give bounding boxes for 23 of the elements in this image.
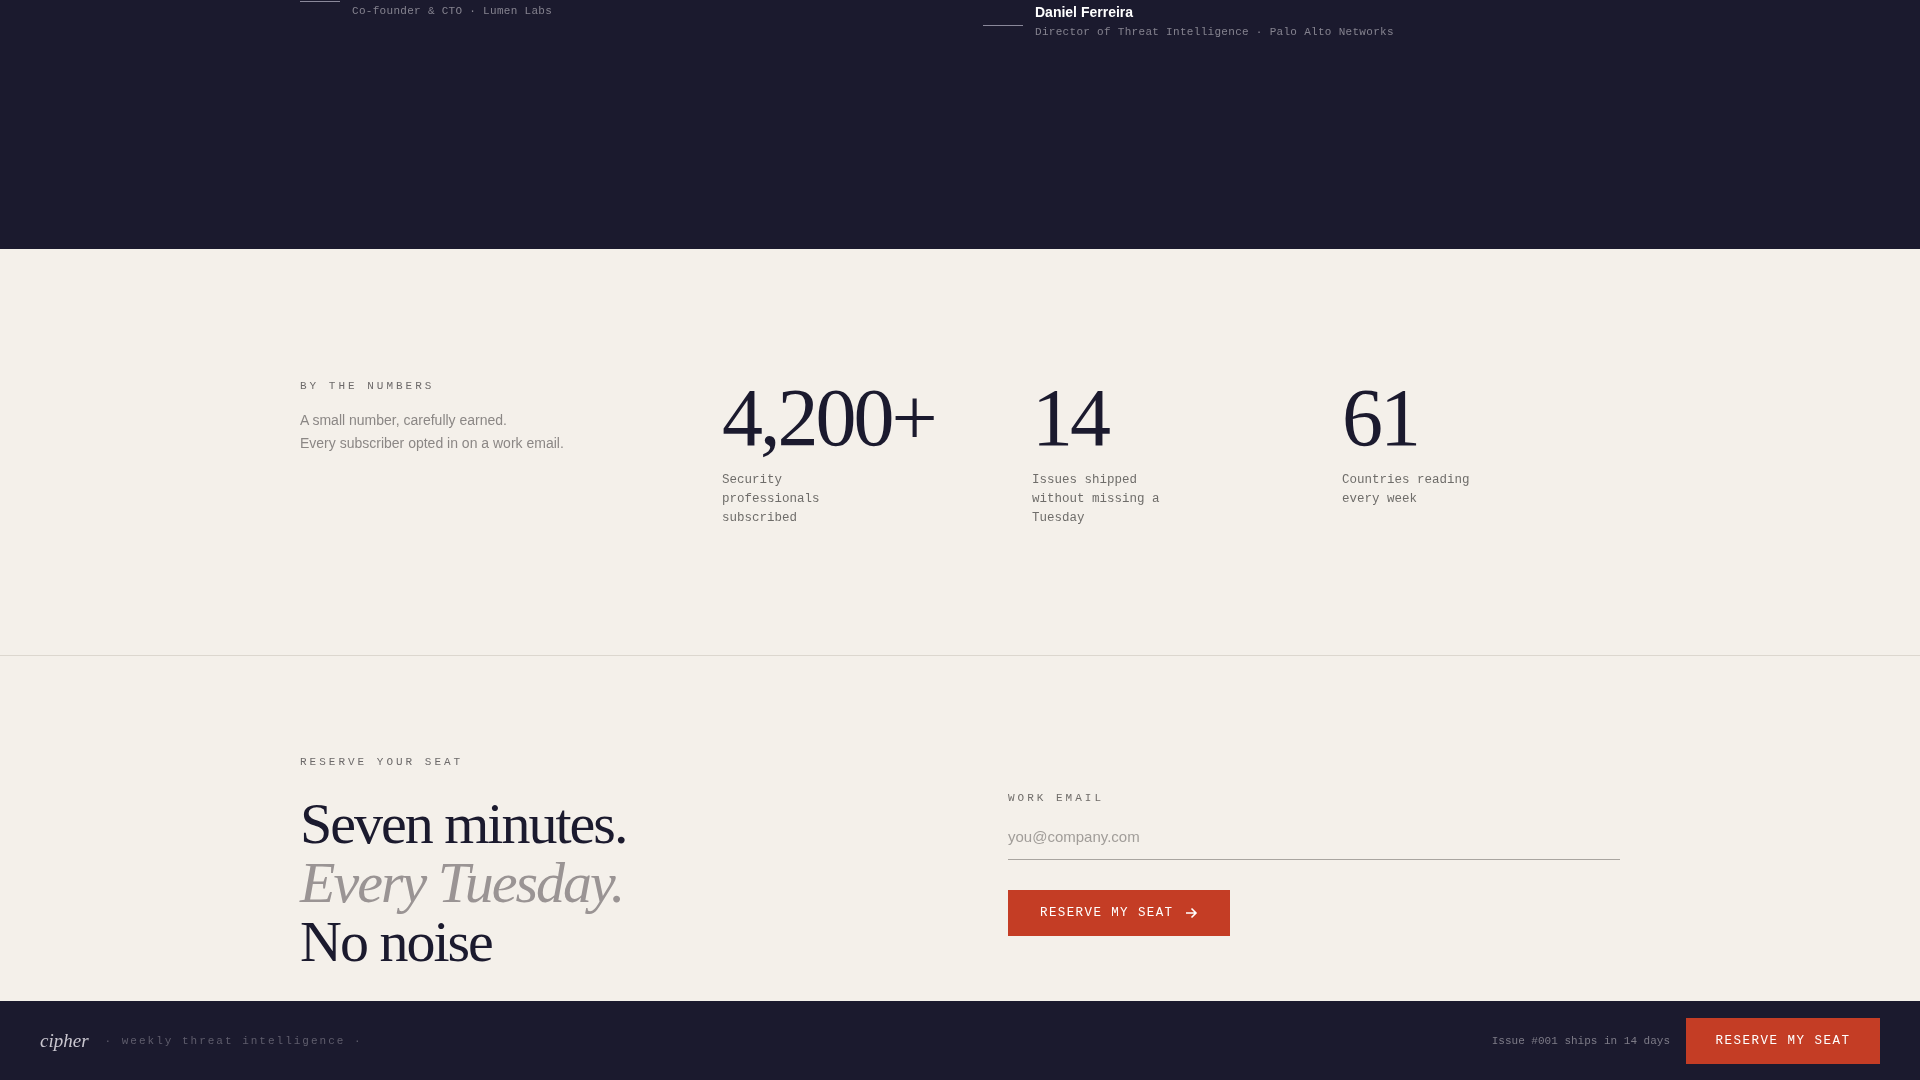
author-role: Co-founder & CTO · Lumen Labs bbox=[352, 5, 553, 17]
stat-caption: Countries reading every week bbox=[1342, 472, 1471, 508]
logo[interactable]: cipher bbox=[40, 1029, 89, 1052]
section-label: BY THE NUMBERS bbox=[300, 380, 436, 392]
tagline: · weekly threat intelligence · bbox=[104, 1034, 363, 1047]
intro-text: A small number, carefully earned. bbox=[300, 411, 508, 430]
email-field[interactable]: you@company.com bbox=[1008, 810, 1620, 860]
stat-value: 61 bbox=[1342, 377, 1419, 459]
arrow-right-icon bbox=[1183, 906, 1198, 920]
reserve-button[interactable]: RESERVE MY SEAT bbox=[1008, 890, 1230, 936]
intro-text: Every subscriber opted in on a work email. bbox=[300, 434, 565, 453]
issue-note: Issue #001 ships in 14 days bbox=[1491, 1034, 1670, 1047]
stat-caption: Security professionals subscribed bbox=[722, 472, 821, 527]
stat-caption: Issues shipped without missing a Tuesday bbox=[1032, 472, 1161, 527]
heading-line: Seven minutes. bbox=[300, 794, 628, 853]
heading-line: Every Tuesday. bbox=[300, 853, 625, 912]
author-name: Daniel Ferreira bbox=[1035, 4, 1135, 21]
stat-value: 4,200+ bbox=[722, 377, 936, 459]
author-role: Director of Threat Intelligence · Palo Alto Networks bbox=[1035, 26, 1394, 38]
field-label: WORK EMAIL bbox=[1008, 792, 1105, 804]
section-label: RESERVE YOUR SEAT bbox=[300, 756, 465, 768]
stat-value: 14 bbox=[1032, 377, 1110, 459]
reserve-button[interactable]: RESERVE MY SEAT bbox=[1686, 1017, 1880, 1064]
